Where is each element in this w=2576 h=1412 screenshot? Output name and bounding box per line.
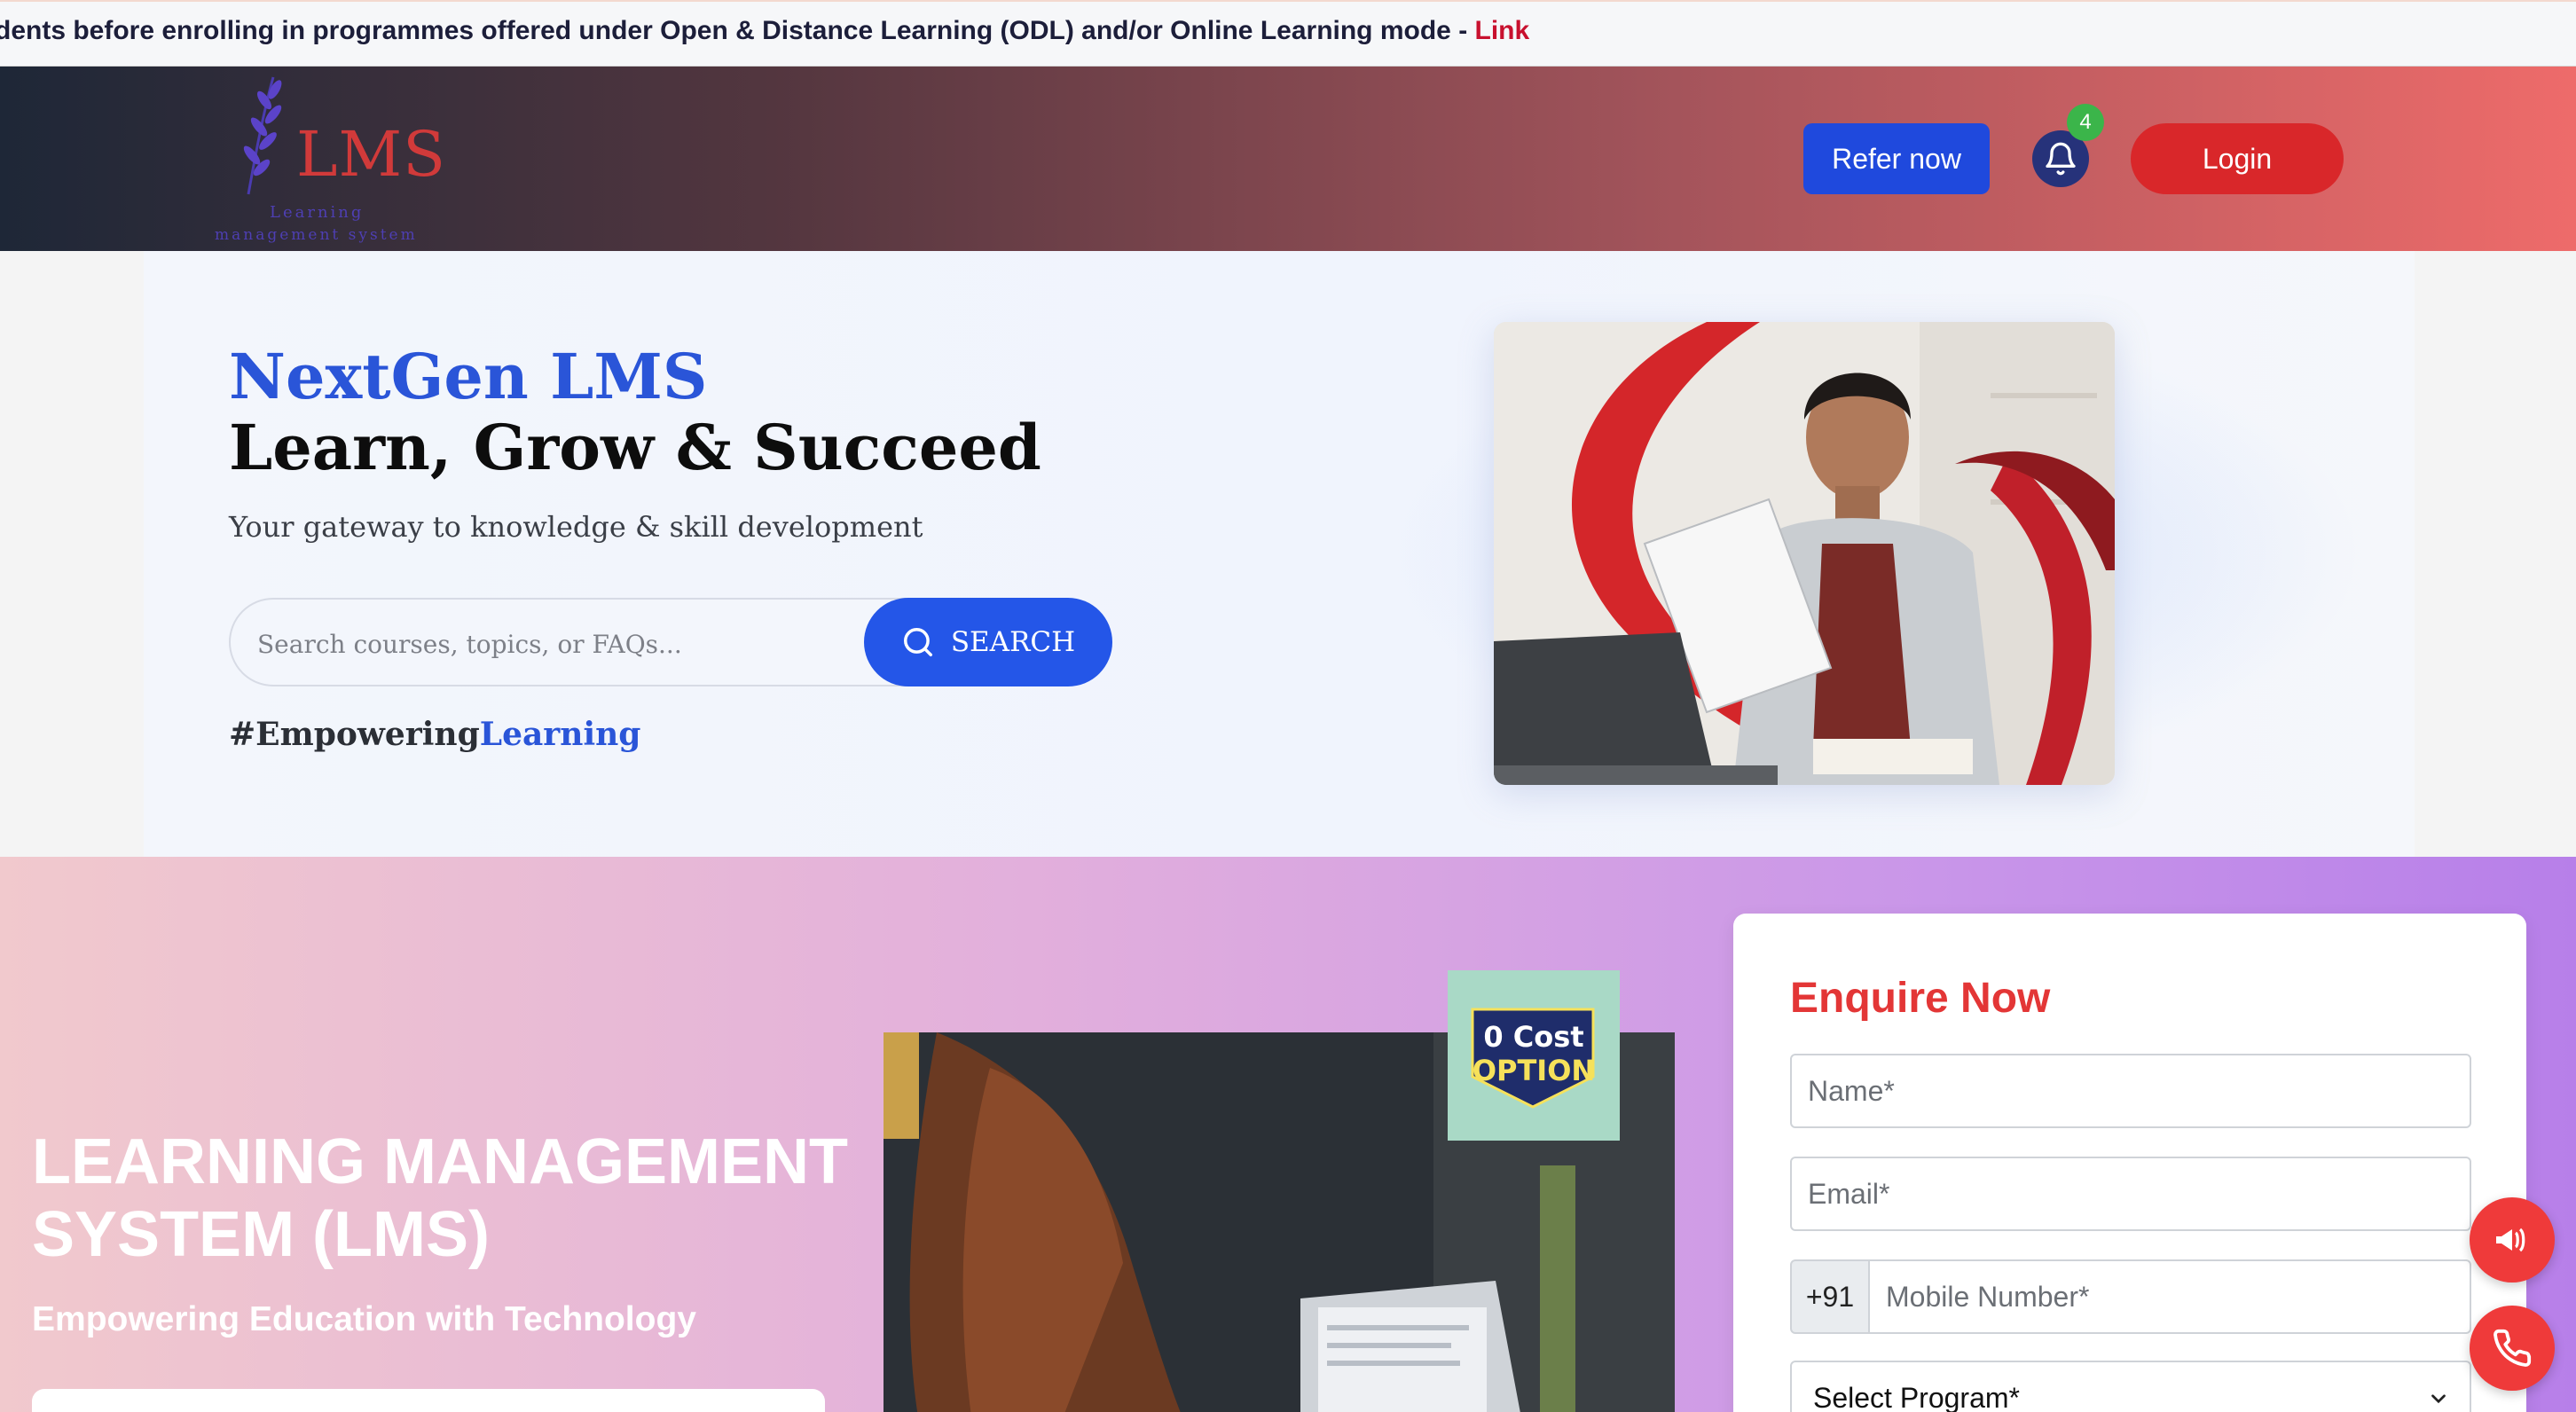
badge-line-2: OPTION [1472, 1054, 1596, 1087]
phone-icon [2494, 1329, 2532, 1367]
hero-subtitle: Your gateway to knowledge & skill develo… [229, 510, 923, 544]
search-icon [903, 628, 932, 656]
chevron-down-icon [2431, 1394, 2446, 1404]
search-button[interactable]: SEARCH [864, 598, 1112, 686]
lms-title: LEARNING MANAGEMENT SYSTEM (LMS) [32, 1126, 848, 1271]
white-card [32, 1389, 825, 1412]
hero-section: NextGen LMS Learn, Grow & Succeed Your g… [0, 251, 2576, 857]
hashtag-highlight: Learning [479, 716, 641, 753]
announcement-button[interactable] [2470, 1197, 2555, 1283]
hero-brand: NextGen LMS [229, 340, 708, 413]
logo-text: LMS [296, 118, 447, 191]
hero-photo-illustration [1494, 322, 2115, 785]
site-header: LMS Learning management system Refer now… [0, 67, 2576, 251]
notification-count-badge: 4 [2067, 104, 2104, 141]
hashtag-prefix: #Empowering [229, 716, 480, 753]
megaphone-icon [2496, 1228, 2525, 1252]
bell-icon [2046, 142, 2076, 176]
badge-line-1: 0 Cost [1483, 1020, 1584, 1054]
search-bar: SEARCH [229, 598, 1112, 686]
enquire-title: Enquire Now [1790, 975, 2051, 1022]
leaf-icon [243, 76, 282, 195]
program-select[interactable]: Select Program* [1790, 1361, 2471, 1412]
lms-subtitle: Empowering Education with Technology [32, 1300, 696, 1338]
hero-title: Learn, Grow & Succeed [229, 411, 1041, 484]
program-select-label: Select Program* [1813, 1382, 2020, 1412]
login-button[interactable]: Login [2131, 123, 2344, 194]
name-field[interactable] [1790, 1054, 2471, 1128]
notice-text: dents before enrolling in programmes off… [0, 16, 1529, 46]
notice-message: dents before enrolling in programmes off… [0, 16, 1475, 45]
zero-cost-badge: 0 Cost OPTION [1448, 970, 1620, 1141]
lms-title-line-2: SYSTEM (LMS) [32, 1199, 490, 1270]
notice-bar: dents before enrolling in programmes off… [0, 0, 2576, 67]
hero-image [1494, 322, 2115, 785]
call-button[interactable] [2470, 1306, 2555, 1391]
mobile-field[interactable] [1868, 1259, 2471, 1334]
hashtag: #EmpoweringLearning [229, 716, 640, 753]
search-button-label: SEARCH [950, 626, 1076, 658]
country-code: +91 [1790, 1259, 1870, 1334]
email-field[interactable] [1790, 1157, 2471, 1231]
lms-title-line-1: LEARNING MANAGEMENT [32, 1126, 848, 1197]
logo-subtitle-1: Learning [270, 203, 365, 222]
refer-now-button[interactable]: Refer now [1803, 123, 1990, 194]
enquire-form: Enquire Now +91 Select Program* [1733, 914, 2526, 1412]
lms-section: LEARNING MANAGEMENT SYSTEM (LMS) Empower… [0, 857, 2576, 1412]
logo-subtitle-2: management system [215, 226, 418, 244]
search-input[interactable] [257, 624, 754, 663]
hero-panel: NextGen LMS Learn, Grow & Succeed Your g… [144, 251, 2415, 857]
logo[interactable]: LMS Learning management system [211, 67, 445, 244]
notice-link[interactable]: Link [1475, 16, 1530, 45]
